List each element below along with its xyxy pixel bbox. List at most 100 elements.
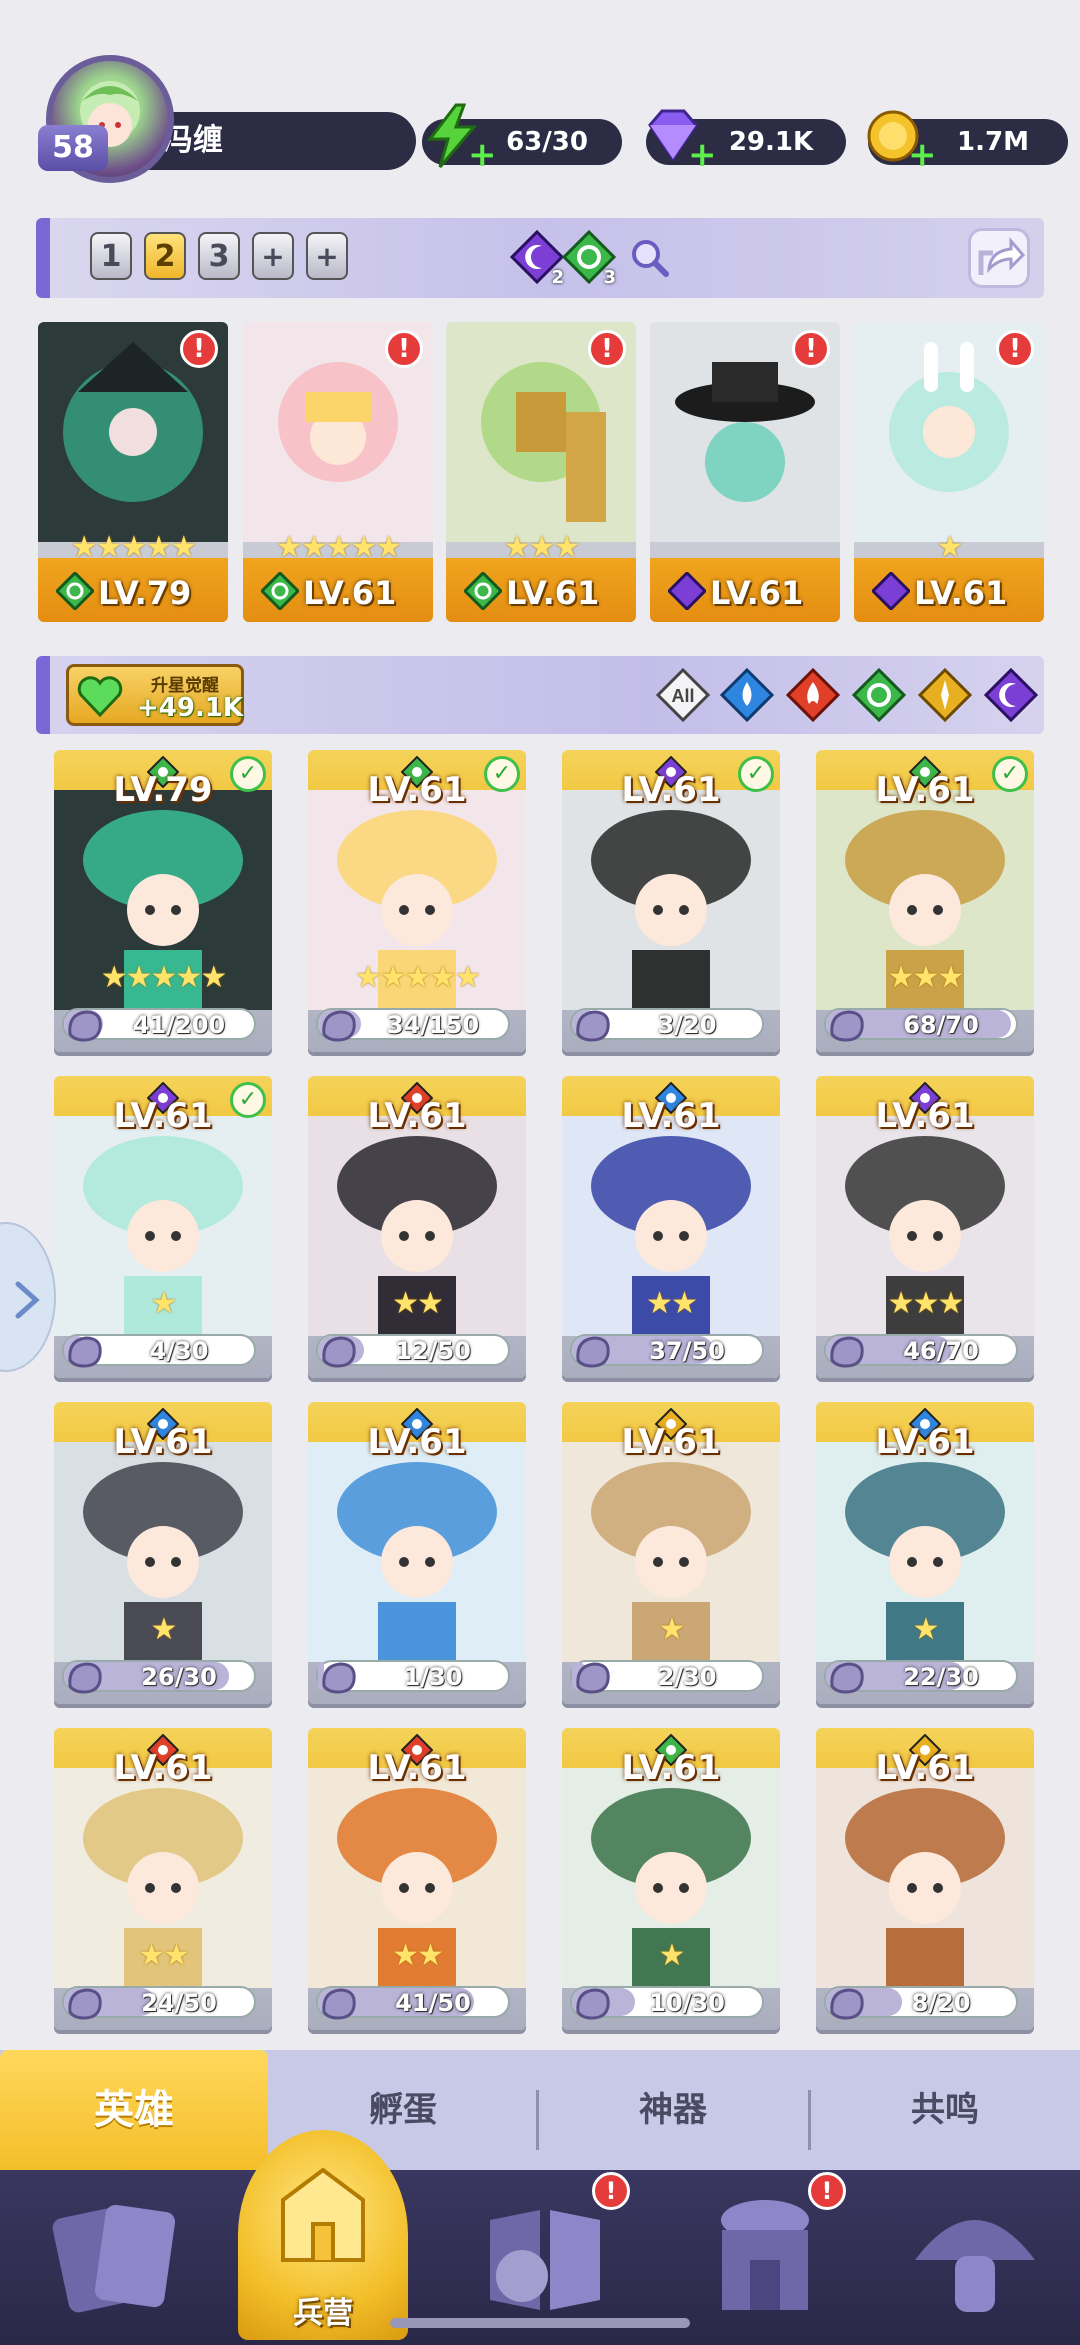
filter-all-label: All [671, 686, 694, 706]
team-bar: 1 2 3 + + 2 3 [36, 218, 1044, 298]
hero-card[interactable]: LV.61 ★★★ 46/70 [816, 1076, 1034, 1378]
gold-value: 1.7M [957, 127, 1029, 157]
shard-icon [830, 1336, 864, 1368]
team-card-5[interactable]: ★ LV.61 ! [854, 322, 1044, 622]
team-tab-3[interactable]: 3 [198, 232, 240, 280]
search-icon[interactable] [626, 234, 674, 282]
add-gold-icon[interactable]: + [908, 138, 937, 172]
shard-progress: 41/50 [316, 1986, 510, 2020]
hero-card[interactable]: LV.61 ★★ 41/50 [308, 1728, 526, 2030]
hero-card[interactable]: LV.61 ✓ 3/20 [562, 750, 780, 1052]
hero-level: LV.61 [113, 1422, 213, 1462]
team-tab-add-2[interactable]: + [306, 232, 348, 280]
alert-icon: ! [180, 330, 218, 368]
team-card-3[interactable]: ★★★ LV.61 ! [446, 322, 636, 622]
moon-icon [872, 572, 910, 610]
hero-card[interactable]: LV.61 ✓ ★★★★★ 34/150 [308, 750, 526, 1052]
tab-resonance[interactable]: 共鸣 [810, 2050, 1080, 2170]
team-card-2[interactable]: ★★★★★ LV.61 ! [243, 322, 433, 622]
hero-card[interactable]: LV.61 ★★ 12/50 [308, 1076, 526, 1378]
shard-icon [830, 1988, 864, 2020]
alert-icon: ! [592, 2172, 630, 2210]
all-icon[interactable]: All [656, 668, 710, 722]
team-tab-add-1[interactable]: + [252, 232, 294, 280]
leaf-icon[interactable] [852, 668, 906, 722]
share-button[interactable] [968, 228, 1030, 288]
hero-card[interactable]: LV.61 ✓ ★★★ 68/70 [816, 750, 1034, 1052]
awaken-button[interactable]: 升星觉醒 +49.1K [66, 664, 244, 726]
hero-stars: ★★ [392, 1938, 444, 1973]
hero-card[interactable]: LV.79 ✓ ★★★★★ 41/200 [54, 750, 272, 1052]
hero-level: LV.61 [621, 1096, 721, 1136]
hero-card[interactable]: LV.61 ★ 26/30 [54, 1402, 272, 1704]
hero-card[interactable]: LV.61 ★ 2/30 [562, 1402, 780, 1704]
hero-card[interactable]: LV.61 ★ 22/30 [816, 1402, 1034, 1704]
tab-artifacts[interactable]: 神器 [538, 2050, 808, 2170]
shard-count: 26/30 [141, 1663, 217, 1691]
hero-stars: ★ [912, 1612, 940, 1647]
roster-bar: 升星觉醒 +49.1K All [36, 656, 1044, 734]
water-icon[interactable] [720, 668, 774, 722]
team-lineup: ★★★★★ LV.79 ! ★★★★★ LV.61 ! ★★★ LV.61 ! [38, 322, 1044, 622]
light-icon[interactable] [918, 668, 972, 722]
hero-stars: ★★★ [887, 960, 965, 995]
shard-icon [68, 1662, 102, 1694]
hero-level: LV.61 [621, 1422, 721, 1462]
shard-progress: 2/30 [570, 1660, 764, 1694]
shard-progress: 24/50 [62, 1986, 256, 2020]
energy-value: 63/30 [506, 127, 588, 157]
hero-card[interactable]: LV.61 8/20 [816, 1728, 1034, 2030]
shard-progress: 3/20 [570, 1008, 764, 1042]
team-tab-1[interactable]: 1 [90, 232, 132, 280]
share-icon [978, 236, 1026, 275]
shard-count: 46/70 [903, 1337, 979, 1365]
side-drawer-button[interactable] [0, 1222, 56, 1372]
team-card-level: LV.61 [914, 574, 1008, 612]
shard-count: 41/200 [132, 1011, 226, 1039]
team-leaf-count-value: 3 [603, 267, 616, 288]
alert-icon: ! [792, 330, 830, 368]
mushroom-icon[interactable] [900, 2190, 1050, 2320]
barracks-icon [281, 2167, 365, 2262]
heart-icon [77, 676, 123, 718]
hero-card[interactable]: LV.61 ★★ 24/50 [54, 1728, 272, 2030]
add-gems-icon[interactable]: + [688, 138, 717, 172]
shard-icon [830, 1662, 864, 1694]
shard-count: 10/30 [649, 1989, 725, 2017]
team-tab-2[interactable]: 2 [144, 232, 186, 280]
fire-icon[interactable] [786, 668, 840, 722]
shard-icon [576, 1336, 610, 1368]
shard-progress: 26/30 [62, 1660, 256, 1694]
temple-icon[interactable] [690, 2190, 840, 2320]
hero-card[interactable]: LV.61 ★★ 37/50 [562, 1076, 780, 1378]
tab-heroes[interactable]: 英雄 [0, 2050, 268, 2170]
moon-icon [668, 572, 706, 610]
team-card-1[interactable]: ★★★★★ LV.79 ! [38, 322, 228, 622]
hero-level: LV.61 [367, 1422, 467, 1462]
hero-card[interactable]: LV.61 1/30 [308, 1402, 526, 1704]
hero-stars: ★ [658, 1612, 686, 1647]
team-card-4[interactable]: LV.61 ! [650, 322, 840, 622]
hero-stars: ★★ [138, 1938, 190, 1973]
shard-progress: 4/30 [62, 1334, 256, 1368]
cards-icon[interactable] [40, 2190, 190, 2320]
team-card-level: LV.61 [303, 574, 397, 612]
shard-progress: 41/200 [62, 1008, 256, 1042]
hero-card[interactable]: LV.61 ★ 10/30 [562, 1728, 780, 2030]
book-icon[interactable] [470, 2190, 620, 2320]
shard-icon [322, 1988, 356, 2020]
shard-icon [68, 1010, 102, 1042]
awaken-value: +49.1K [137, 693, 244, 723]
hero-card[interactable]: LV.61 ✓ ★ 4/30 [54, 1076, 272, 1378]
moon-icon[interactable] [984, 668, 1038, 722]
hero-portrait-icon [816, 1768, 1034, 1988]
alert-icon: ! [385, 330, 423, 368]
alert-icon: ! [808, 2172, 846, 2210]
shard-progress: 10/30 [570, 1986, 764, 2020]
hero-level: LV.61 [875, 1422, 975, 1462]
add-energy-icon[interactable]: + [468, 138, 497, 172]
shard-progress: 22/30 [824, 1660, 1018, 1694]
shard-icon [830, 1010, 864, 1042]
hero-stars: ★★★ [887, 1286, 965, 1321]
shard-count: 37/50 [649, 1337, 725, 1365]
